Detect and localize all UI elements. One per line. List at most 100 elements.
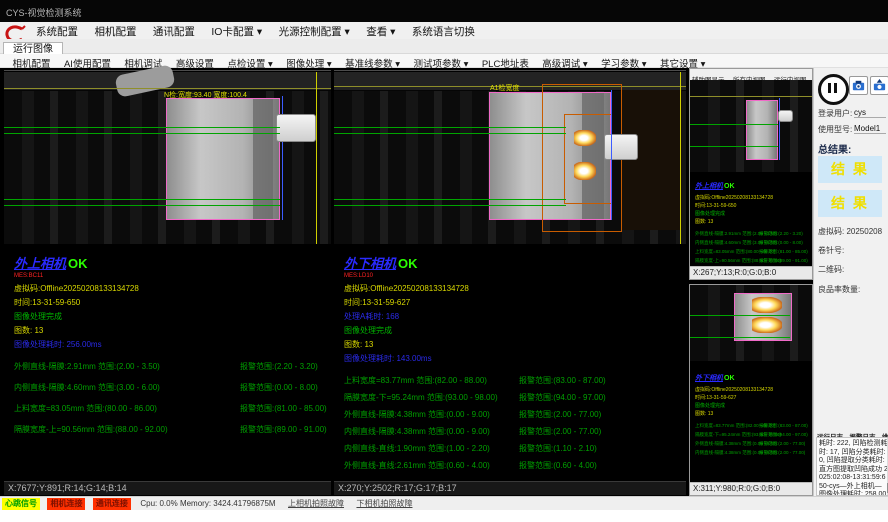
control-panel: 登录用户: cys 使用型号: Model1 总结果: 结 果 结 果 虚拟码:… (813, 68, 888, 496)
camera-b-button[interactable] (870, 76, 888, 95)
measure-row: 外侧直线-隔膜:2.91mm 范围:(2.00 - 3.50) (14, 362, 160, 371)
edge-line-blue (611, 90, 612, 220)
pixel-coords-upper: X:7677;Y:891;R:14;G:14;B:14 (4, 481, 331, 495)
measure-row: 内侧直线-直线:1.90mm 范围:(1.00 - 2.20) (344, 444, 490, 453)
alarm-range: 报警范围:(1.10 - 2.10) (519, 443, 597, 454)
pixel-coords-side-bottom: X:311;Y:980;R:0;G:0;B:0 (690, 482, 812, 495)
camera-title: 外下相机 (344, 256, 396, 271)
menu-bar: 系统配置 相机配置 通讯配置 IO卡配置 ▾ 光源控制配置 ▾ 查看 ▾ 系统语… (0, 22, 888, 40)
view-tab-strip: 运行图像 (0, 39, 888, 54)
pixel-coords-side-top: X:267;Y:13;R:0;G:0;B:0 (690, 266, 812, 279)
measurement-list: 外侧直线-隔膜:2.91mm 范围:(2.00 - 3.50)报警范围:(2.2… (14, 361, 168, 445)
alarm-range: 报警范围:(81.00 - 85.00) (240, 403, 327, 414)
elapsed-text: 图像处理耗时: 256.00ms (14, 339, 168, 350)
barcode-text: 虚拟码:Offline20250208133134728 (14, 283, 168, 294)
log-output[interactable]: 耗时: 222, 凹陷检测耗时: 17, 凹陷分类耗时: 0, 凹陷提取分类耗时… (816, 437, 888, 496)
heartbeat-badge: 心跳信号 (2, 498, 40, 510)
status-text: 图像处理完成 (695, 402, 781, 409)
measure-line-green (334, 133, 566, 134)
measure-row: 内侧直线-隔膜:4.38mm 范围:(0.00 - 9.00) (344, 427, 490, 436)
camera-upper-overlay: 外上相机OK MES:BC11 虚拟码:Offline2025020813313… (14, 253, 168, 445)
model-label: 使用型号: (818, 124, 852, 135)
camera-upper-image[interactable]: N检:宽度:93.40 宽度:100.4 (4, 72, 331, 244)
alarm-range: 报警范围:(94.00 - 97.00) (519, 392, 606, 403)
bottom-strip (0, 510, 888, 522)
toolbar: 相机配置 AI使用配置 相机调试 高级设置 点检设置 ▾ 图像处理 ▾ 基准线参… (0, 54, 888, 68)
frame-count: 图数: 13 (344, 339, 498, 350)
side-bottom-image[interactable] (690, 285, 812, 361)
measure-line-green (690, 146, 778, 147)
virtual-code-label: 虚拟码: 20250208 (818, 226, 882, 237)
dark-fixture (622, 90, 682, 230)
camera-lower-image[interactable]: A1检宽度 (334, 72, 686, 244)
barcode-text: 虚拟码:Offline20250208133134728 (695, 194, 781, 201)
result-box-1: 结 果 (818, 156, 882, 183)
needle-number-label: 卷针号: (818, 245, 844, 256)
time-text: 时间:13-31-59-627 (695, 394, 781, 401)
measure-row: 内侧直线-隔膜:4.60mm 范围:(3.00 - 6.00) (14, 383, 160, 392)
frame-count: 图数: 13 (695, 410, 781, 417)
measure-row: 上料宽度=83.77mm 范围:(82.00 - 88.00) (344, 376, 487, 385)
camera-link-badge: 相机连接 (47, 498, 85, 510)
measure-row: 隔膜宽度-下=95.24mm 范围:(93.00 - 98.00) (344, 393, 498, 402)
alarm-range: 报警范围:(0.00 - 8.00) (759, 238, 803, 247)
mes-note: MES:BC11 (14, 273, 168, 280)
alarm-range: 报警范围:(2.00 - 77.00) (759, 448, 805, 457)
inspected-part (166, 98, 280, 220)
main-area: N检:宽度:93.40 宽度:100.4 外上相机OK MES:BC11 虚拟码… (0, 68, 888, 496)
alarm-range: 报警范围:(89.00 - 91.00) (240, 424, 327, 435)
alarm-range: 报警范围:(0.00 - 8.00) (240, 382, 318, 393)
measure-row: 外侧直线-直线:2.61mm 范围:(0.60 - 4.00) (344, 461, 490, 470)
alarm-range: 报警范围:(0.60 - 4.00) (519, 460, 597, 471)
alarm-range: 报警范围:(81.00 - 85.00) (759, 247, 808, 256)
barcode-text: 虚拟码:Offline20250208133134728 (695, 386, 781, 393)
cursor-line-yellow (680, 72, 681, 244)
camera-title: 外上相机 (695, 183, 723, 190)
weld-glow (574, 130, 596, 146)
cursor-line-yellow (316, 72, 317, 244)
window-title: CYS-视觉检测系统 (6, 6, 82, 19)
result-ok: OK (398, 256, 418, 271)
result-ok: OK (68, 256, 88, 271)
status-text: 图像处理完成 (344, 325, 498, 336)
measure-line-green (334, 199, 566, 200)
login-user-value[interactable]: cys (854, 108, 886, 118)
side-view-bottom: 外下相机OK 虚拟码:Offline20250208133134728 时间:1… (689, 284, 813, 496)
barcode-text: 虚拟码:Offline20250208133134728 (344, 283, 498, 294)
side-top-image[interactable] (690, 80, 812, 172)
measurement-list: 上料宽度=83.77mm 范围:(82.00 - 88.00)报警范围:(83.… (344, 375, 498, 477)
edge-line-blue (779, 98, 780, 160)
title-bar: CYS-视觉检测系统 (0, 0, 888, 22)
pause-icon (828, 83, 831, 93)
measure-line-green (334, 205, 566, 206)
measure-line-green (4, 127, 280, 128)
alarm-range: 报警范围:(83.00 - 87.00) (519, 375, 606, 386)
measure-line-green (690, 124, 778, 125)
weld-glow (752, 317, 782, 333)
measure-row: 上料宽度=83.05mm 范围:(80.00 - 86.00) (14, 404, 157, 413)
alarm-range: 报警范围:(2.00 - 77.00) (519, 426, 601, 437)
lower-camera-fault-link[interactable]: 下相机拍照故障 (356, 497, 412, 511)
alarm-range: 报警范围:(2.00 - 77.00) (759, 439, 805, 448)
app-window: CYS-视觉检测系统 系统配置 相机配置 通讯配置 IO卡配置 ▾ 光源控制配置… (0, 0, 888, 522)
upper-camera-fault-link[interactable]: 上相机拍照故障 (288, 497, 344, 511)
result-ok: OK (724, 183, 735, 190)
side-view-top: 辅助图显示 所有内视图 运行内视图 外上相机OK 虚拟码:Offline2025… (689, 68, 813, 280)
reference-line-yellow (690, 96, 812, 97)
status-text: 图像处理完成 (14, 311, 168, 322)
status-text: 图像处理完成 (695, 210, 781, 217)
time-text: 时间:13-31-59-650 (14, 297, 168, 308)
comm-link-badge: 通讯连接 (93, 498, 131, 510)
time-text: 时间:13-31-59-650 (695, 202, 781, 209)
camera-a-icon (851, 78, 866, 93)
pause-button[interactable] (818, 74, 849, 105)
camera-lower-overlay: 外下相机OK MES:LD10 虚拟码:Offline2025020813313… (344, 253, 498, 477)
model-value[interactable]: Model1 (854, 124, 886, 134)
camera-a-button[interactable] (849, 76, 868, 95)
measure-line-green (4, 205, 280, 206)
alarm-range: 报警范围:(89.00 - 91.00) (759, 256, 808, 265)
measure-line-green (334, 127, 566, 128)
measure-row: 外侧直线-隔膜:4.38mm 范围:(0.00 - 9.00) (344, 410, 490, 419)
alarm-range: 报警范围:(2.20 - 3.20) (240, 361, 318, 372)
camera-view-lower: A1检宽度 外下相机OK (334, 70, 686, 495)
